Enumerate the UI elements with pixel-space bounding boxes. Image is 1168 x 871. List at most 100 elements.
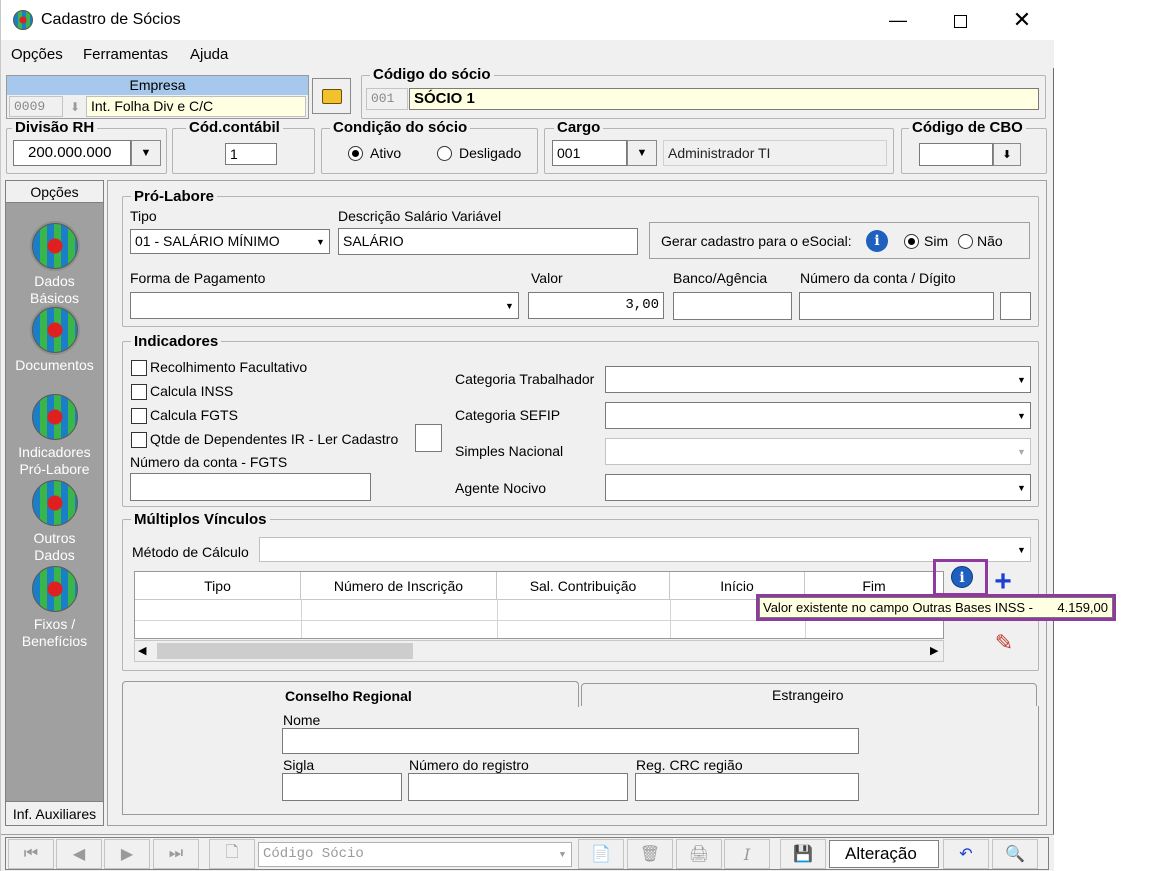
sidebar-item-outros-dados[interactable]: Outros Dados [6,480,103,564]
scroll-right-icon[interactable]: ▶ [930,644,938,657]
checkbox-calcula-inss[interactable] [131,384,147,400]
ativo-label: Ativo [370,145,402,161]
categoria-sefip-select[interactable]: ▼ [605,402,1031,429]
nome-field[interactable] [282,728,859,754]
descricao-field[interactable]: SALÁRIO [338,228,638,255]
numero-conta-fgts-field[interactable] [130,473,371,501]
delete-icon[interactable]: 🗑 [627,839,673,869]
categoria-sefip-label: Categoria SEFIP [455,407,561,423]
calcula-inss-label: Calcula INSS [150,383,234,399]
cargo-dropdown[interactable]: ▼ [627,140,657,166]
tooltip: Valor existente no campo Outras Bases IN… [759,597,1113,618]
first-record-icon[interactable]: ⏮ [8,839,54,869]
empresa-header: Empresa [7,76,308,95]
col-sal-contribuicao[interactable]: Sal. Contribuição [497,572,670,600]
info-icon[interactable]: i [866,230,888,252]
app-icon [13,10,33,30]
col-divider [670,600,671,638]
numero-conta-field[interactable] [799,292,994,320]
qtde-dependentes-field[interactable] [415,424,442,452]
undo-icon[interactable]: ↶ [943,839,989,869]
nome-label: Nome [283,712,321,728]
metodo-calculo-select[interactable]: ▼ [259,537,1031,562]
radio-esocial-nao[interactable] [958,234,973,249]
menu-ajuda[interactable]: Ajuda [190,46,228,63]
open-folder-button[interactable] [312,78,351,114]
menu-opcoes[interactable]: Opções [11,46,63,63]
print-icon[interactable]: 🖨 [676,839,722,869]
agente-nocivo-label: Agente Nocivo [455,480,547,496]
checkbox-recolhimento-facultativo[interactable] [131,360,147,376]
cbo-label: Código de CBO [909,120,1026,136]
download-icon[interactable]: ⬇ [65,97,85,117]
info-icon[interactable]: i [951,566,973,588]
cbo-field[interactable] [919,143,993,166]
folder-open-icon [321,88,342,104]
menu-ferramentas[interactable]: Ferramentas [83,46,168,63]
banco-agencia-label: Banco/Agência [673,270,768,286]
binoculars-icon[interactable]: 🔍 [992,839,1038,869]
checkbox-qtde-dependentes[interactable] [131,432,147,448]
minimize-icon[interactable]: — [875,6,921,34]
tipo-select[interactable]: 01 - SALÁRIO MÍNIMO ▼ [130,229,330,254]
socio-code-field[interactable]: 001 [366,88,408,110]
window-title: Cadastro de Sócios [41,11,181,28]
sidebar-item-documentos[interactable]: Documentos [6,307,103,374]
cod-contabil-label: Cód.contábil [186,120,283,136]
report-icon[interactable]: 📄 [578,839,624,869]
sigla-field[interactable] [282,773,402,801]
prev-record-icon[interactable]: ◀ [56,839,102,869]
cargo-code-field[interactable]: 001 [552,140,627,166]
add-icon[interactable]: + [991,567,1015,597]
numero-registro-field[interactable] [408,773,628,801]
valor-field[interactable]: 3,00 [528,292,664,319]
divisao-rh-dropdown[interactable]: ▼ [131,140,161,166]
cod-contabil-field[interactable]: 1 [225,143,277,165]
calcula-fgts-label: Calcula FGTS [150,407,238,423]
sidebar-item-fixos-beneficios[interactable]: Fixos / Benefícios [6,566,103,650]
empresa-code-field[interactable]: 0009 [9,96,63,117]
scroll-left-icon[interactable]: ◀ [138,644,146,657]
last-record-icon[interactable]: ⏭ [153,839,199,869]
multiplos-vinculos-title: Múltiplos Vínculos [131,512,270,528]
forma-pagamento-select[interactable]: ▼ [130,292,519,319]
download-icon: ⬇ [1002,149,1012,161]
sidebar-footer-inf-auxiliares[interactable]: Inf. Auxiliares [6,801,103,825]
scroll-thumb[interactable] [157,643,413,659]
radio-ativo[interactable] [348,146,363,161]
banco-agencia-field[interactable] [673,292,792,320]
main-window: Cadastro de Sócios — ✕ Opções Ferramenta… [0,0,1054,871]
crc-regiao-field[interactable] [635,773,859,801]
tab-conselho-label: Conselho Regional [285,688,412,704]
sidebar-item-indicadores[interactable]: Indicadores Pró-Labore [6,394,103,478]
save-icon[interactable]: 💾 [780,839,826,869]
checkbox-calcula-fgts[interactable] [131,408,147,424]
agente-nocivo-select[interactable]: ▼ [605,474,1031,501]
sidebar-item-dados-basicos[interactable]: Dados Básicos [6,223,103,307]
socio-name-field[interactable]: SÓCIO 1 [409,88,1039,110]
col-numero-inscricao[interactable]: Número de Inscrição [301,572,497,600]
radio-esocial-sim[interactable] [904,234,919,249]
close-icon[interactable]: ✕ [999,6,1045,34]
maximize-icon[interactable] [937,6,983,34]
status-text: Alteração [845,844,917,863]
table-hscrollbar[interactable]: ◀ ▶ [134,640,944,662]
empresa-name-field: Int. Folha Div e C/C [86,96,306,117]
italic-icon[interactable]: I [724,839,770,869]
esocial-label: Gerar cadastro para o eSocial: [661,233,852,249]
chevron-down-icon: ▼ [140,147,152,159]
simples-nacional-select[interactable]: ▼ [605,438,1031,465]
divisao-rh-field[interactable]: 200.000.000 [13,140,131,166]
conta-digito-field[interactable] [1000,292,1031,320]
new-document-icon[interactable]: 🗋 [209,839,255,869]
radio-desligado[interactable] [437,146,452,161]
next-record-icon[interactable]: ▶ [104,839,150,869]
cbo-lookup-button[interactable]: ⬇ [993,143,1021,166]
search-code-input[interactable]: Código Sócio ▼ [258,842,572,867]
edit-pencil-icon[interactable]: ✎ [991,630,1017,656]
chevron-down-icon: ▼ [312,230,329,253]
indicadores-title: Indicadores [131,334,222,350]
col-tipo[interactable]: Tipo [135,572,301,600]
numero-conta-fgts-label: Número da conta - FGTS [130,454,288,470]
categoria-trabalhador-select[interactable]: ▼ [605,366,1031,393]
